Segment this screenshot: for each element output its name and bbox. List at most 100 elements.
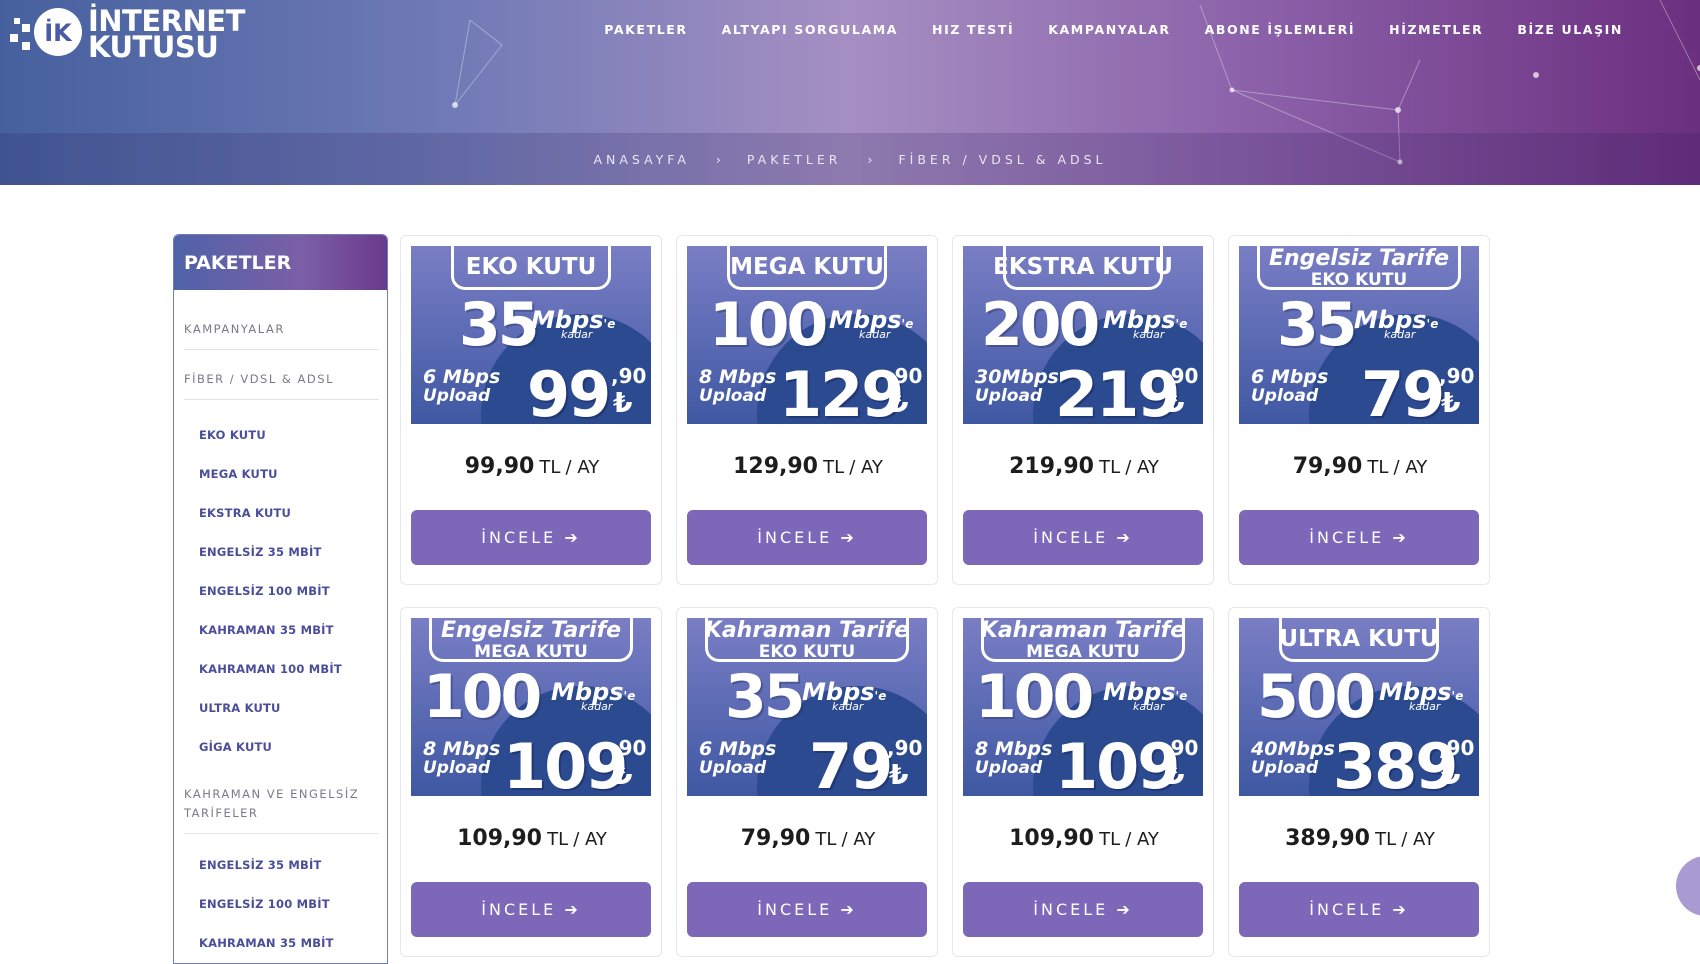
- banner-cents: ,90: [1163, 736, 1199, 760]
- monthly-price: 109,90 TL / AY: [457, 826, 607, 851]
- package-banner: Kahraman Tarife MEGA KUTU 100 Mbps'e kad…: [963, 618, 1203, 796]
- banner-price: 109: [503, 730, 628, 796]
- package-title: Kahraman Tarife: [980, 618, 1186, 643]
- package-card: MEGA KUTU 100 Mbps'e kadar 8 Mbps Upload …: [676, 235, 938, 585]
- banner-price: 79: [809, 730, 893, 796]
- breadcrumb-paketler[interactable]: PAKETLER: [747, 152, 842, 167]
- package-subtitle: EKO KUTU: [758, 642, 856, 662]
- lira-icon: ₺: [889, 758, 909, 791]
- sidebar-section-tariffs[interactable]: KAHRAMAN VE ENGELSİZ TARİFELER: [184, 785, 379, 834]
- package-speed: 35: [459, 290, 539, 360]
- sidebar-item-kahraman-35[interactable]: KAHRAMAN 35 MBİT: [199, 623, 334, 637]
- package-speed: 200: [981, 290, 1100, 360]
- lira-icon: ₺: [889, 386, 909, 419]
- incele-button[interactable]: İNCELE ➔: [1239, 510, 1479, 565]
- monthly-price: 219,90 TL / AY: [1009, 454, 1159, 479]
- banner-price: 109: [1055, 730, 1180, 796]
- sidebar-title: PAKETLER: [174, 235, 387, 290]
- kadar-label: kadar: [1384, 328, 1416, 341]
- package-banner: Engelsiz Tarife EKO KUTU 35 Mbps'e kadar…: [1239, 246, 1479, 424]
- package-banner: Kahraman Tarife EKO KUTU 35 Mbps'e kadar…: [687, 618, 927, 796]
- nav-kampanyalar[interactable]: KAMPANYALAR: [1048, 22, 1170, 37]
- lira-icon: ₺: [613, 386, 633, 419]
- banner-price: 79: [1361, 358, 1445, 424]
- banner-price: 219: [1055, 358, 1180, 424]
- package-title: EKSTRA KUTU: [993, 254, 1173, 280]
- breadcrumb-current: FİBER / VDSL & ADSL: [898, 152, 1107, 167]
- package-title: Engelsiz Tarife: [440, 618, 622, 643]
- package-subtitle: MEGA KUTU: [474, 642, 588, 662]
- sidebar-item-giga-kutu[interactable]: GİGA KUTU: [199, 740, 272, 754]
- package-banner: MEGA KUTU 100 Mbps'e kadar 8 Mbps Upload …: [687, 246, 927, 424]
- lira-icon: ₺: [1165, 758, 1185, 791]
- monthly-price: 99,90 TL / AY: [464, 454, 600, 479]
- sidebar-item-kahraman-35[interactable]: KAHRAMAN 35 MBİT: [199, 936, 334, 950]
- nav-hiz-testi[interactable]: HIZ TESTİ: [932, 22, 1014, 37]
- package-card: ULTRA KUTU 500 Mbps'e kadar 40Mbps Upload…: [1228, 607, 1490, 957]
- page-header: İK İNTERNET KUTUSU PAKETLER ALTYAPI SORG…: [0, 0, 1700, 185]
- package-card: Engelsiz Tarife MEGA KUTU 100 Mbps'e kad…: [400, 607, 662, 957]
- banner-cents: ,90: [887, 364, 923, 388]
- banner-cents: ,90: [611, 736, 647, 760]
- banner-cents: ,90: [1439, 364, 1475, 388]
- sidebar-item-eko-kutu[interactable]: EKO KUTU: [199, 428, 266, 442]
- package-card: Engelsiz Tarife EKO KUTU 35 Mbps'e kadar…: [1228, 235, 1490, 585]
- sidebar-item-ekstra-kutu[interactable]: EKSTRA KUTU: [199, 506, 291, 520]
- sidebar-section-fiber[interactable]: FİBER / VDSL & ADSL: [184, 370, 379, 400]
- kadar-label: kadar: [561, 328, 593, 341]
- incele-button[interactable]: İNCELE ➔: [411, 882, 651, 937]
- nav-abone-islemleri[interactable]: ABONE İŞLEMLERİ: [1205, 22, 1356, 37]
- banner-price: 99: [527, 358, 611, 424]
- package-banner: Engelsiz Tarife MEGA KUTU 100 Mbps'e kad…: [411, 618, 651, 796]
- sidebar-item-engelsiz-35[interactable]: ENGELSİZ 35 MBİT: [199, 545, 322, 559]
- package-title: Engelsiz Tarife: [1268, 246, 1450, 271]
- package-card: Kahraman Tarife EKO KUTU 35 Mbps'e kadar…: [676, 607, 938, 957]
- incele-button[interactable]: İNCELE ➔: [687, 882, 927, 937]
- package-speed: 100: [423, 662, 542, 732]
- lira-icon: ₺: [1441, 386, 1461, 419]
- package-banner: EKSTRA KUTU 200 Mbps'e kadar 30Mbps Uploa…: [963, 246, 1203, 424]
- monthly-price: 79,90 TL / AY: [740, 826, 876, 851]
- sidebar-item-ultra-kutu[interactable]: ULTRA KUTU: [199, 701, 281, 715]
- incele-button[interactable]: İNCELE ➔: [963, 882, 1203, 937]
- package-subtitle: MEGA KUTU: [1026, 642, 1140, 662]
- sidebar-item-engelsiz-35[interactable]: ENGELSİZ 35 MBİT: [199, 858, 322, 872]
- package-speed: 100: [709, 290, 828, 360]
- breadcrumb-home[interactable]: ANASAYFA: [593, 152, 689, 167]
- package-subtitle: EKO KUTU: [1310, 270, 1408, 290]
- package-banner: ULTRA KUTU 500 Mbps'e kadar 40Mbps Upload…: [1239, 618, 1479, 796]
- nav-hizmetler[interactable]: HİZMETLER: [1389, 22, 1483, 37]
- kadar-label: kadar: [859, 328, 891, 341]
- sidebar-item-kahraman-100[interactable]: KAHRAMAN 100 MBİT: [199, 662, 342, 676]
- package-card: EKO KUTU 35 Mbps'e kadar 6 Mbps Upload 99…: [400, 235, 662, 585]
- nav-bize-ulasin[interactable]: BİZE ULAŞIN: [1517, 22, 1623, 37]
- incele-button[interactable]: İNCELE ➔: [963, 510, 1203, 565]
- sidebar-item-mega-kutu[interactable]: MEGA KUTU: [199, 467, 278, 481]
- banner-cents: ,90: [611, 364, 647, 388]
- banner-cents: ,90: [887, 736, 923, 760]
- sidebar-section-kampanyalar[interactable]: KAMPANYALAR: [184, 320, 379, 350]
- incele-button[interactable]: İNCELE ➔: [411, 510, 651, 565]
- upload-speed: 30Mbps Upload: [975, 366, 1059, 406]
- nav-paketler[interactable]: PAKETLER: [604, 22, 687, 37]
- banner-price: 389: [1333, 730, 1458, 796]
- logo-text: İNTERNET KUTUSU: [88, 7, 245, 62]
- nav-altyapi-sorgulama[interactable]: ALTYAPI SORGULAMA: [722, 22, 898, 37]
- incele-button[interactable]: İNCELE ➔: [687, 510, 927, 565]
- package-card: Kahraman Tarife MEGA KUTU 100 Mbps'e kad…: [952, 607, 1214, 957]
- sidebar-item-engelsiz-100[interactable]: ENGELSİZ 100 MBİT: [199, 897, 330, 911]
- lira-icon: ₺: [1441, 758, 1461, 791]
- chat-widget-icon[interactable]: [1676, 856, 1700, 916]
- banner-cents: ,90: [1439, 736, 1475, 760]
- package-speed: 35: [1277, 290, 1357, 360]
- sidebar-item-engelsiz-100[interactable]: ENGELSİZ 100 MBİT: [199, 584, 330, 598]
- monthly-price: 129,90 TL / AY: [733, 454, 883, 479]
- package-card: EKSTRA KUTU 200 Mbps'e kadar 30Mbps Uploa…: [952, 235, 1214, 585]
- banner-price: 129: [779, 358, 904, 424]
- svg-text:İK: İK: [44, 18, 73, 47]
- kadar-label: kadar: [832, 700, 864, 713]
- package-title: ULTRA KUTU: [1279, 626, 1439, 652]
- site-logo[interactable]: İK İNTERNET KUTUSU: [8, 4, 245, 62]
- incele-button[interactable]: İNCELE ➔: [1239, 882, 1479, 937]
- package-title: MEGA KUTU: [730, 254, 884, 280]
